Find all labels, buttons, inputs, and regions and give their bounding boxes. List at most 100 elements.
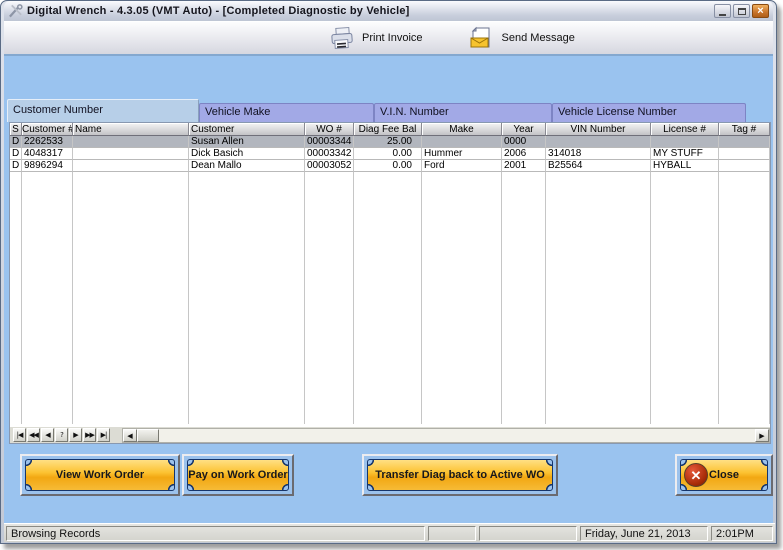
scrollbar-track[interactable] bbox=[159, 429, 755, 442]
tab-v-i-n-number[interactable]: V.I.N. Number bbox=[374, 103, 552, 122]
status-date: Friday, June 21, 2013 bbox=[580, 525, 708, 541]
table-cell: Dean Mallo bbox=[189, 160, 305, 172]
table-cell: 25.00 bbox=[354, 136, 422, 148]
table-cell: Hummer bbox=[422, 148, 502, 160]
close-label: Close bbox=[709, 469, 739, 481]
transfer-diag-label: Transfer Diag back to Active WO bbox=[375, 469, 545, 481]
grid-table: S Customer # Name Customer WO # Diag Fee Bal M… bbox=[10, 123, 770, 424]
nav-help-button[interactable]: ? bbox=[55, 428, 68, 442]
table-cell: 2262533 bbox=[22, 136, 73, 148]
empty-grid-area bbox=[10, 172, 770, 424]
pay-on-work-order-label: Pay on Work Order bbox=[188, 469, 288, 481]
table-cell bbox=[719, 160, 770, 172]
send-message-icon bbox=[470, 26, 490, 48]
maximize-button[interactable] bbox=[733, 4, 750, 18]
table-cell: 2001 bbox=[502, 160, 546, 172]
close-button[interactable]: ✕ Close bbox=[680, 459, 768, 491]
table-cell: 0.00 bbox=[354, 148, 422, 160]
app-window: Digital Wrench - 4.3.05 (VMT Auto) - [Co… bbox=[0, 0, 777, 544]
tab-vehicle-license-number[interactable]: Vehicle License Number bbox=[552, 103, 746, 122]
status-bar: Browsing Records Friday, June 21, 2013 2… bbox=[4, 523, 775, 542]
column-header: Customer bbox=[189, 123, 305, 136]
column-header: Name bbox=[73, 123, 189, 136]
diagnostic-grid: S Customer # Name Customer WO # Diag Fee Bal M… bbox=[9, 122, 771, 427]
action-button-row: View Work Order Pay on Work Order Transf… bbox=[4, 454, 775, 498]
nav-prior-button[interactable]: ◀ bbox=[41, 428, 54, 442]
table-row[interactable]: D 9896294 Dean Mallo 00003052 0.00 Ford 2001 B2… bbox=[10, 160, 770, 172]
nav-first-button[interactable]: |◀ bbox=[13, 428, 26, 442]
table-cell: 4048317 bbox=[22, 148, 73, 160]
table-cell bbox=[651, 136, 719, 148]
grid-header-row: S Customer # Name Customer WO # Diag Fee Bal M… bbox=[10, 123, 770, 136]
print-invoice-button[interactable]: Print Invoice bbox=[329, 26, 423, 50]
table-cell bbox=[73, 160, 189, 172]
table-cell bbox=[422, 136, 502, 148]
wrench-icon bbox=[9, 4, 23, 18]
column-header: S bbox=[10, 123, 22, 136]
table-cell: 00003342 bbox=[305, 148, 354, 160]
close-x-icon: ✕ bbox=[684, 463, 708, 487]
send-message-button[interactable]: Send Message bbox=[469, 26, 575, 50]
table-cell: Ford bbox=[422, 160, 502, 172]
tab-vehicle-make[interactable]: Vehicle Make bbox=[199, 103, 374, 122]
column-header: Customer # bbox=[22, 123, 73, 136]
table-cell bbox=[73, 148, 189, 160]
table-cell: D bbox=[10, 160, 22, 172]
table-cell: B25564 bbox=[546, 160, 651, 172]
status-panel-empty-2 bbox=[479, 525, 577, 541]
table-cell: 314018 bbox=[546, 148, 651, 160]
table-cell bbox=[73, 136, 189, 148]
nav-forward-button[interactable]: ▶▶ bbox=[83, 428, 96, 442]
window-close-button[interactable]: × bbox=[752, 4, 769, 18]
table-cell: 0000 bbox=[502, 136, 546, 148]
column-header: Diag Fee Bal bbox=[354, 123, 422, 136]
table-row[interactable]: D 2262533 Susan Allen 00003344 25.00 0000 bbox=[10, 136, 770, 148]
table-cell: HYBALL bbox=[651, 160, 719, 172]
transfer-diag-button[interactable]: Transfer Diag back to Active WO bbox=[367, 459, 553, 491]
nav-next-button[interactable]: ▶ bbox=[69, 428, 82, 442]
table-cell: 00003344 bbox=[305, 136, 354, 148]
printer-icon bbox=[331, 26, 353, 49]
view-work-order-button[interactable]: View Work Order bbox=[25, 459, 175, 491]
table-cell: 00003052 bbox=[305, 160, 354, 172]
table-cell: 2006 bbox=[502, 148, 546, 160]
status-panel-empty-1 bbox=[428, 525, 476, 541]
column-header: Make bbox=[422, 123, 502, 136]
title-bar[interactable]: Digital Wrench - 4.3.05 (VMT Auto) - [Co… bbox=[4, 1, 773, 21]
print-invoice-label: Print Invoice bbox=[362, 32, 423, 44]
table-cell bbox=[546, 136, 651, 148]
tab-customer-number[interactable]: Customer Number bbox=[7, 99, 199, 122]
status-time: 2:01PM bbox=[711, 525, 773, 541]
table-cell bbox=[719, 148, 770, 160]
column-header: WO # bbox=[305, 123, 354, 136]
column-header: License # bbox=[651, 123, 719, 136]
table-cell: MY STUFF bbox=[651, 148, 719, 160]
table-cell: 9896294 bbox=[22, 160, 73, 172]
client-area: Customer Number Vehicle Make V.I.N. Number… bbox=[4, 56, 775, 542]
record-navigator: |◀ ◀◀ ◀? ▶ ▶▶ ▶| bbox=[10, 428, 110, 442]
nav-rewind-button[interactable]: ◀◀ bbox=[27, 428, 40, 442]
scrollbar-thumb[interactable] bbox=[137, 428, 159, 442]
minimize-button[interactable] bbox=[714, 4, 731, 18]
pay-on-work-order-button[interactable]: Pay on Work Order bbox=[187, 459, 289, 491]
toolbar: Print Invoice Send Message bbox=[4, 21, 773, 56]
tab-bar: Customer Number Vehicle Make V.I.N. Number… bbox=[7, 99, 746, 122]
grid-footer: |◀ ◀◀ ◀? ▶ ▶▶ ▶| ◀ ▶ bbox=[9, 427, 771, 444]
horizontal-scrollbar[interactable]: ◀ ▶ bbox=[122, 427, 770, 443]
send-message-label: Send Message bbox=[501, 32, 575, 44]
table-cell: 0.00 bbox=[354, 160, 422, 172]
table-cell: D bbox=[10, 136, 22, 148]
scroll-left-button[interactable]: ◀ bbox=[123, 428, 137, 442]
table-cell: D bbox=[10, 148, 22, 160]
view-work-order-label: View Work Order bbox=[55, 469, 145, 481]
table-cell: Susan Allen bbox=[189, 136, 305, 148]
nav-last-button[interactable]: ▶| bbox=[97, 428, 110, 442]
scroll-right-button[interactable]: ▶ bbox=[755, 428, 769, 442]
column-header: Tag # bbox=[719, 123, 770, 136]
table-cell bbox=[719, 136, 770, 148]
column-header: VIN Number bbox=[546, 123, 651, 136]
table-row[interactable]: D 4048317 Dick Basich 00003342 0.00 Hummer 200… bbox=[10, 148, 770, 160]
window-title: Digital Wrench - 4.3.05 (VMT Auto) - [Co… bbox=[27, 5, 410, 17]
status-message: Browsing Records bbox=[6, 525, 425, 541]
column-header: Year bbox=[502, 123, 546, 136]
